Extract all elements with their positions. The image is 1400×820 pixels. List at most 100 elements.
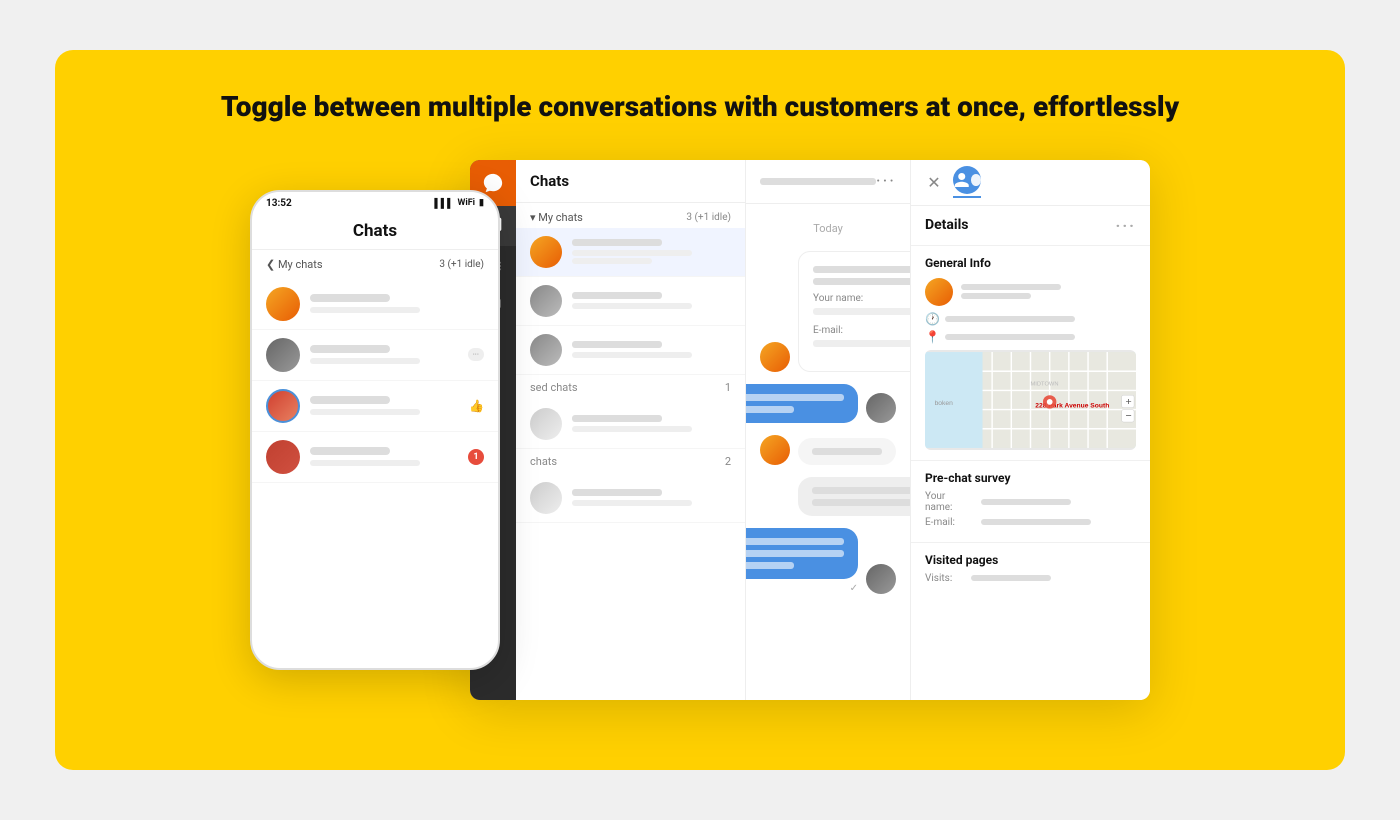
list-item[interactable]: ··· bbox=[252, 330, 498, 381]
phone-mockup: 13:52 ▌▌▌ WiFi ▮ Chats ❮ My chats 3 (+1 … bbox=[250, 190, 500, 670]
avatar bbox=[530, 408, 562, 440]
text-line bbox=[813, 278, 910, 285]
supervised-chats-header: sed chats 1 bbox=[516, 375, 745, 400]
chat-header-menu-dots[interactable]: ··· bbox=[876, 171, 896, 192]
text-line bbox=[746, 406, 794, 413]
message-bubble bbox=[798, 477, 910, 516]
close-button[interactable]: ✕ bbox=[925, 173, 943, 191]
your-name-field bbox=[813, 308, 910, 315]
promo-card: Toggle between multiple conversations wi… bbox=[55, 50, 1345, 770]
avatar bbox=[760, 342, 790, 372]
typing-dots-badge: ··· bbox=[468, 348, 484, 361]
my-chats-count: 3 (+1 idle) bbox=[686, 212, 731, 223]
signal-icon: ▌▌▌ bbox=[434, 198, 453, 209]
bubble-content bbox=[746, 394, 844, 413]
chat-preview-placeholder bbox=[310, 409, 420, 415]
avatar bbox=[530, 482, 562, 514]
details-topbar: ✕ bbox=[911, 160, 1150, 206]
location-value-line bbox=[945, 334, 1075, 340]
name-placeholder bbox=[572, 489, 662, 496]
bubble-content bbox=[746, 538, 844, 569]
your-name-row: Your name: bbox=[925, 491, 1136, 513]
list-item[interactable]: 1 bbox=[252, 432, 498, 483]
avatar bbox=[266, 287, 300, 321]
main-chat-area: ··· Today Your n bbox=[746, 160, 910, 700]
chat-preview-placeholder bbox=[310, 460, 420, 466]
time-info-row: 🕐 bbox=[925, 312, 1136, 326]
thumbs-up-badge: 👍 bbox=[469, 399, 484, 413]
pin-icon: 📍 bbox=[925, 330, 939, 344]
svg-text:MIDTOWN: MIDTOWN bbox=[1031, 381, 1059, 387]
customer-name-lines bbox=[961, 284, 1136, 299]
chat-name-placeholder bbox=[310, 396, 390, 404]
chat-title-placeholder bbox=[760, 178, 876, 185]
message-row bbox=[760, 435, 896, 465]
desktop-mockup: Chats ▾ My chats 3 (+1 idle) bbox=[470, 160, 1150, 700]
details-panel: ✕ Details ··· bbox=[910, 160, 1150, 700]
visits-row: Visits: bbox=[925, 573, 1136, 584]
map-widget: boken MIDTOWN 228 Park Avenue South bbox=[925, 350, 1136, 450]
form-bubble: Your name: E-mail: bbox=[798, 251, 910, 372]
read-tick: ✓ bbox=[850, 583, 858, 594]
your-name-value bbox=[981, 499, 1071, 505]
chat-info bbox=[572, 292, 731, 309]
wifi-icon: WiFi bbox=[457, 198, 475, 208]
text-line bbox=[746, 562, 794, 569]
chat-info bbox=[310, 447, 458, 466]
phone-status-bar: 13:52 ▌▌▌ WiFi ▮ bbox=[252, 192, 498, 213]
list-item[interactable] bbox=[516, 228, 745, 277]
chat-info bbox=[310, 345, 458, 364]
your-name-label: Your name: bbox=[925, 491, 975, 513]
phone-frame: 13:52 ▌▌▌ WiFi ▮ Chats ❮ My chats 3 (+1 … bbox=[250, 190, 500, 670]
list-item[interactable]: 👍 bbox=[252, 381, 498, 432]
pre-chat-section: Pre-chat survey Your name: E-mail: bbox=[911, 461, 1150, 543]
bubble-content bbox=[812, 448, 882, 455]
chat-preview-placeholder bbox=[310, 307, 420, 313]
avatar bbox=[866, 393, 896, 423]
msg-placeholder bbox=[572, 250, 692, 256]
visited-pages-section: Visited pages Visits: bbox=[911, 543, 1150, 594]
date-label: Today bbox=[760, 222, 896, 235]
text-line bbox=[812, 499, 910, 506]
list-item[interactable] bbox=[516, 474, 745, 523]
chat-list-panel: Chats ▾ My chats 3 (+1 idle) bbox=[516, 160, 746, 700]
message-bubble bbox=[746, 528, 858, 579]
chat-name-placeholder bbox=[310, 294, 390, 302]
chat-name-placeholder bbox=[310, 447, 390, 455]
name-placeholder bbox=[572, 341, 662, 348]
chat-info bbox=[572, 239, 731, 264]
badge-area: 👍 bbox=[469, 399, 484, 413]
pre-chat-title: Pre-chat survey bbox=[925, 471, 1136, 485]
chat-messages: Today Your name: E-mail bbox=[746, 204, 910, 700]
message-row bbox=[760, 384, 896, 423]
phone-status-icons: ▌▌▌ WiFi ▮ bbox=[434, 198, 484, 209]
list-item[interactable] bbox=[252, 279, 498, 330]
message-with-tick: ✓ bbox=[746, 528, 858, 594]
your-name-label: Your name: bbox=[813, 293, 910, 304]
list-item[interactable] bbox=[516, 277, 745, 326]
person-icon[interactable] bbox=[953, 166, 981, 194]
headline: Toggle between multiple conversations wi… bbox=[221, 90, 1179, 124]
other-chats-header: chats 2 bbox=[516, 449, 745, 474]
avatar bbox=[266, 440, 300, 474]
msg-placeholder bbox=[572, 426, 692, 432]
svg-text:+: + bbox=[1125, 395, 1131, 407]
list-item[interactable] bbox=[516, 326, 745, 375]
person-tab bbox=[953, 166, 981, 198]
chat-info bbox=[572, 415, 731, 432]
text-line bbox=[746, 394, 844, 401]
phone-section-count: 3 (+1 idle) bbox=[439, 259, 484, 270]
msg-placeholder bbox=[572, 500, 692, 506]
email-field bbox=[813, 340, 910, 347]
chat-info bbox=[310, 396, 459, 415]
details-menu-dots[interactable]: ··· bbox=[1116, 216, 1136, 235]
message-row: Your name: E-mail: bbox=[760, 251, 896, 372]
list-item[interactable] bbox=[516, 400, 745, 449]
email-row: E-mail: bbox=[925, 517, 1136, 528]
details-body: General Info 🕐 bbox=[911, 246, 1150, 700]
sub-line bbox=[961, 293, 1031, 299]
avatar bbox=[530, 285, 562, 317]
avatar bbox=[530, 334, 562, 366]
person-svg-icon bbox=[953, 170, 971, 190]
bubble-content bbox=[813, 266, 910, 285]
